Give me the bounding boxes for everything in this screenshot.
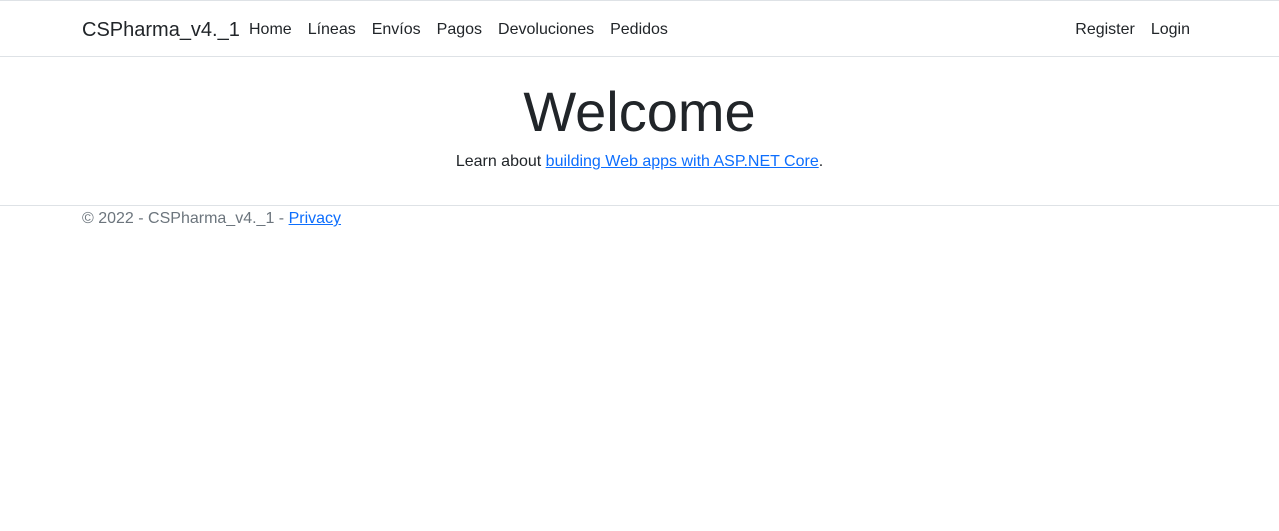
- nav-link-pagos[interactable]: Pagos: [437, 20, 482, 40]
- learn-paragraph: Learn about building Web apps with ASP.N…: [0, 151, 1279, 173]
- nav-link-lineas[interactable]: Líneas: [308, 20, 356, 40]
- nav-link-devoluciones[interactable]: Devoluciones: [498, 20, 594, 40]
- page-title: Welcome: [523, 80, 756, 143]
- nav-link-envios[interactable]: Envíos: [372, 20, 421, 40]
- top-navbar: CSPharma_v4._1 Home Líneas Envíos Pagos …: [0, 0, 1279, 57]
- login-link[interactable]: Login: [1151, 20, 1190, 40]
- learn-prefix: Learn about: [455, 153, 546, 170]
- nav-link-home[interactable]: Home: [249, 20, 292, 40]
- learn-suffix: .: [818, 153, 824, 170]
- aspnet-docs-link[interactable]: building Web apps with ASP.NET Core: [546, 153, 819, 170]
- nav-link-pedidos[interactable]: Pedidos: [610, 20, 668, 40]
- brand-link[interactable]: CSPharma_v4._1: [82, 18, 240, 42]
- footer-copyright: © 2022 - CSPharma_v4._1 -: [82, 210, 289, 227]
- footer: © 2022 - CSPharma_v4._1 - Privacy: [82, 208, 341, 230]
- privacy-link[interactable]: Privacy: [289, 210, 341, 227]
- nav-right-links: Register Login: [1075, 20, 1190, 40]
- register-link[interactable]: Register: [1075, 20, 1135, 40]
- nav-left-links: Home Líneas Envíos Pagos Devoluciones Pe…: [249, 20, 668, 40]
- footer-divider: [0, 205, 1279, 206]
